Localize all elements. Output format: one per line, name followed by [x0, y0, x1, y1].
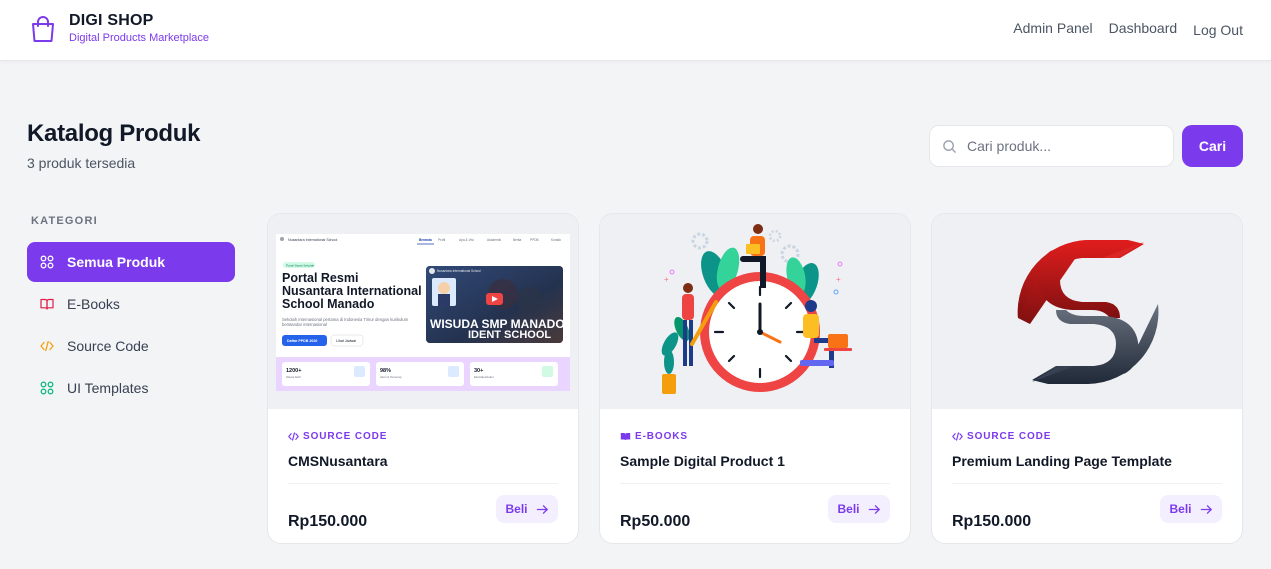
sidebar-item-label: E-Books [67, 296, 120, 312]
buy-label: Beli [505, 502, 528, 516]
s-logo-image [932, 214, 1242, 409]
svg-text:Siswa Aktif: Siswa Aktif [286, 375, 301, 379]
code-icon [952, 432, 963, 441]
search-button[interactable]: Cari [1182, 125, 1243, 167]
search-input[interactable] [967, 138, 1157, 154]
top-nav: Admin Panel Dashboard Log Out [1013, 20, 1243, 38]
card-divider [620, 483, 890, 484]
category-label: SOURCE CODE [303, 431, 388, 442]
svg-text:Kontak: Kontak [551, 238, 561, 242]
svg-text:Berita: Berita [513, 238, 522, 242]
category-chip: SOURCE CODE [288, 431, 387, 442]
website-screenshot-image: Nusantara International School Beranda P… [268, 214, 578, 409]
card-divider [288, 483, 558, 484]
product-name[interactable]: CMSNusantara [288, 453, 388, 469]
category-chip: E-BOOKS [620, 431, 688, 442]
svg-text:Beranda: Beranda [419, 238, 432, 242]
svg-text:98%: 98% [380, 368, 391, 374]
page-title: Katalog Produk [27, 120, 201, 147]
product-card-cmsnusantara[interactable]: Nusantara International School Beranda P… [267, 213, 579, 544]
code-icon [40, 340, 54, 352]
svg-text:+: + [664, 275, 669, 284]
shopping-bag-icon [32, 16, 54, 42]
book-icon [620, 432, 631, 441]
top-header: DIGI SHOP Digital Products Marketplace A… [0, 0, 1271, 61]
brand-name: DIGI SHOP [69, 12, 154, 29]
product-card-premium-landing-page[interactable]: SOURCE CODE Premium Landing Page Templat… [931, 213, 1243, 544]
svg-text:Lihat Jadwal: Lihat Jadwal [336, 339, 356, 343]
product-thumbnail[interactable]: Nusantara International School Beranda P… [268, 214, 578, 409]
svg-text:Daftar PPDB 2026: Daftar PPDB 2026 [287, 339, 317, 343]
sidebar-item-label: Source Code [67, 338, 149, 354]
buy-label: Beli [1169, 502, 1192, 516]
sidebar-item-all-products[interactable]: Semua Produk [27, 242, 235, 282]
svg-text:1200+: 1200+ [286, 368, 301, 374]
sidebar-item-label: Semua Produk [67, 254, 166, 270]
sidebar-item-ebooks[interactable]: E-Books [27, 284, 235, 324]
sidebar-item-label: UI Templates [67, 380, 149, 396]
product-price: Rp150.000 [952, 513, 1032, 530]
svg-text:PPDB: PPDB [530, 238, 539, 242]
arrow-right-icon [868, 504, 880, 514]
category-label: SOURCE CODE [967, 431, 1052, 442]
product-thumbnail[interactable]: + + [600, 214, 910, 409]
category-chip: SOURCE CODE [952, 431, 1051, 442]
sidebar-item-ui-templates[interactable]: UI Templates [27, 368, 235, 408]
buy-label: Beli [837, 502, 860, 516]
thumb-site-name: Nusantara International School [288, 238, 338, 242]
grid-icon [40, 255, 54, 269]
search-box[interactable] [929, 125, 1174, 167]
product-name[interactable]: Premium Landing Page Template [952, 453, 1172, 469]
product-price: Rp150.000 [288, 513, 368, 530]
brand[interactable]: DIGI SHOP Digital Products Marketplace [28, 12, 209, 46]
arrow-right-icon [1200, 504, 1212, 514]
category-heading: KATEGORI [31, 215, 98, 227]
thumb-headline: Portal Resmi Nusantara International Sch… [282, 272, 422, 311]
buy-button[interactable]: Beli [1160, 495, 1222, 523]
code-icon [288, 432, 299, 441]
buy-button[interactable]: Beli [828, 495, 890, 523]
svg-text:Akademik: Akademik [487, 238, 501, 242]
svg-text:Alumni Terserap: Alumni Terserap [380, 375, 402, 379]
product-thumbnail[interactable] [932, 214, 1242, 409]
product-name[interactable]: Sample Digital Product 1 [620, 453, 785, 469]
category-label: E-BOOKS [635, 431, 688, 442]
svg-text:Ekstrakurikuler: Ekstrakurikuler [474, 375, 494, 379]
sidebar-item-source-code[interactable]: Source Code [27, 326, 235, 366]
svg-text:+: + [836, 275, 841, 284]
product-card-sample-digital-product[interactable]: + + E-BOOKS Sample Digital Product 1 Rp5… [599, 213, 911, 544]
nav-log-out[interactable]: Log Out [1193, 22, 1243, 38]
time-management-illustration: + + [600, 214, 910, 409]
brand-tagline: Digital Products Marketplace [69, 32, 210, 44]
book-icon [40, 298, 54, 310]
buy-button[interactable]: Beli [496, 495, 558, 523]
product-count: 3 produk tersedia [27, 155, 136, 171]
svg-text:30+: 30+ [474, 368, 483, 374]
svg-text:Portal Sepat Sekolah: Portal Sepat Sekolah [286, 264, 315, 268]
svg-text:IDENT SCHOOL: IDENT SCHOOL [468, 329, 551, 341]
grid-icon [40, 381, 54, 395]
arrow-right-icon [536, 504, 548, 514]
card-divider [952, 483, 1222, 484]
svg-text:Nusantara International School: Nusantara International School [437, 269, 481, 273]
search-icon [943, 139, 956, 153]
svg-text:Apa & Visi: Apa & Visi [459, 238, 474, 242]
product-price: Rp50.000 [620, 513, 691, 530]
nav-admin-panel[interactable]: Admin Panel [1013, 20, 1092, 36]
svg-text:Profil: Profil [438, 238, 446, 242]
nav-dashboard[interactable]: Dashboard [1109, 20, 1178, 36]
